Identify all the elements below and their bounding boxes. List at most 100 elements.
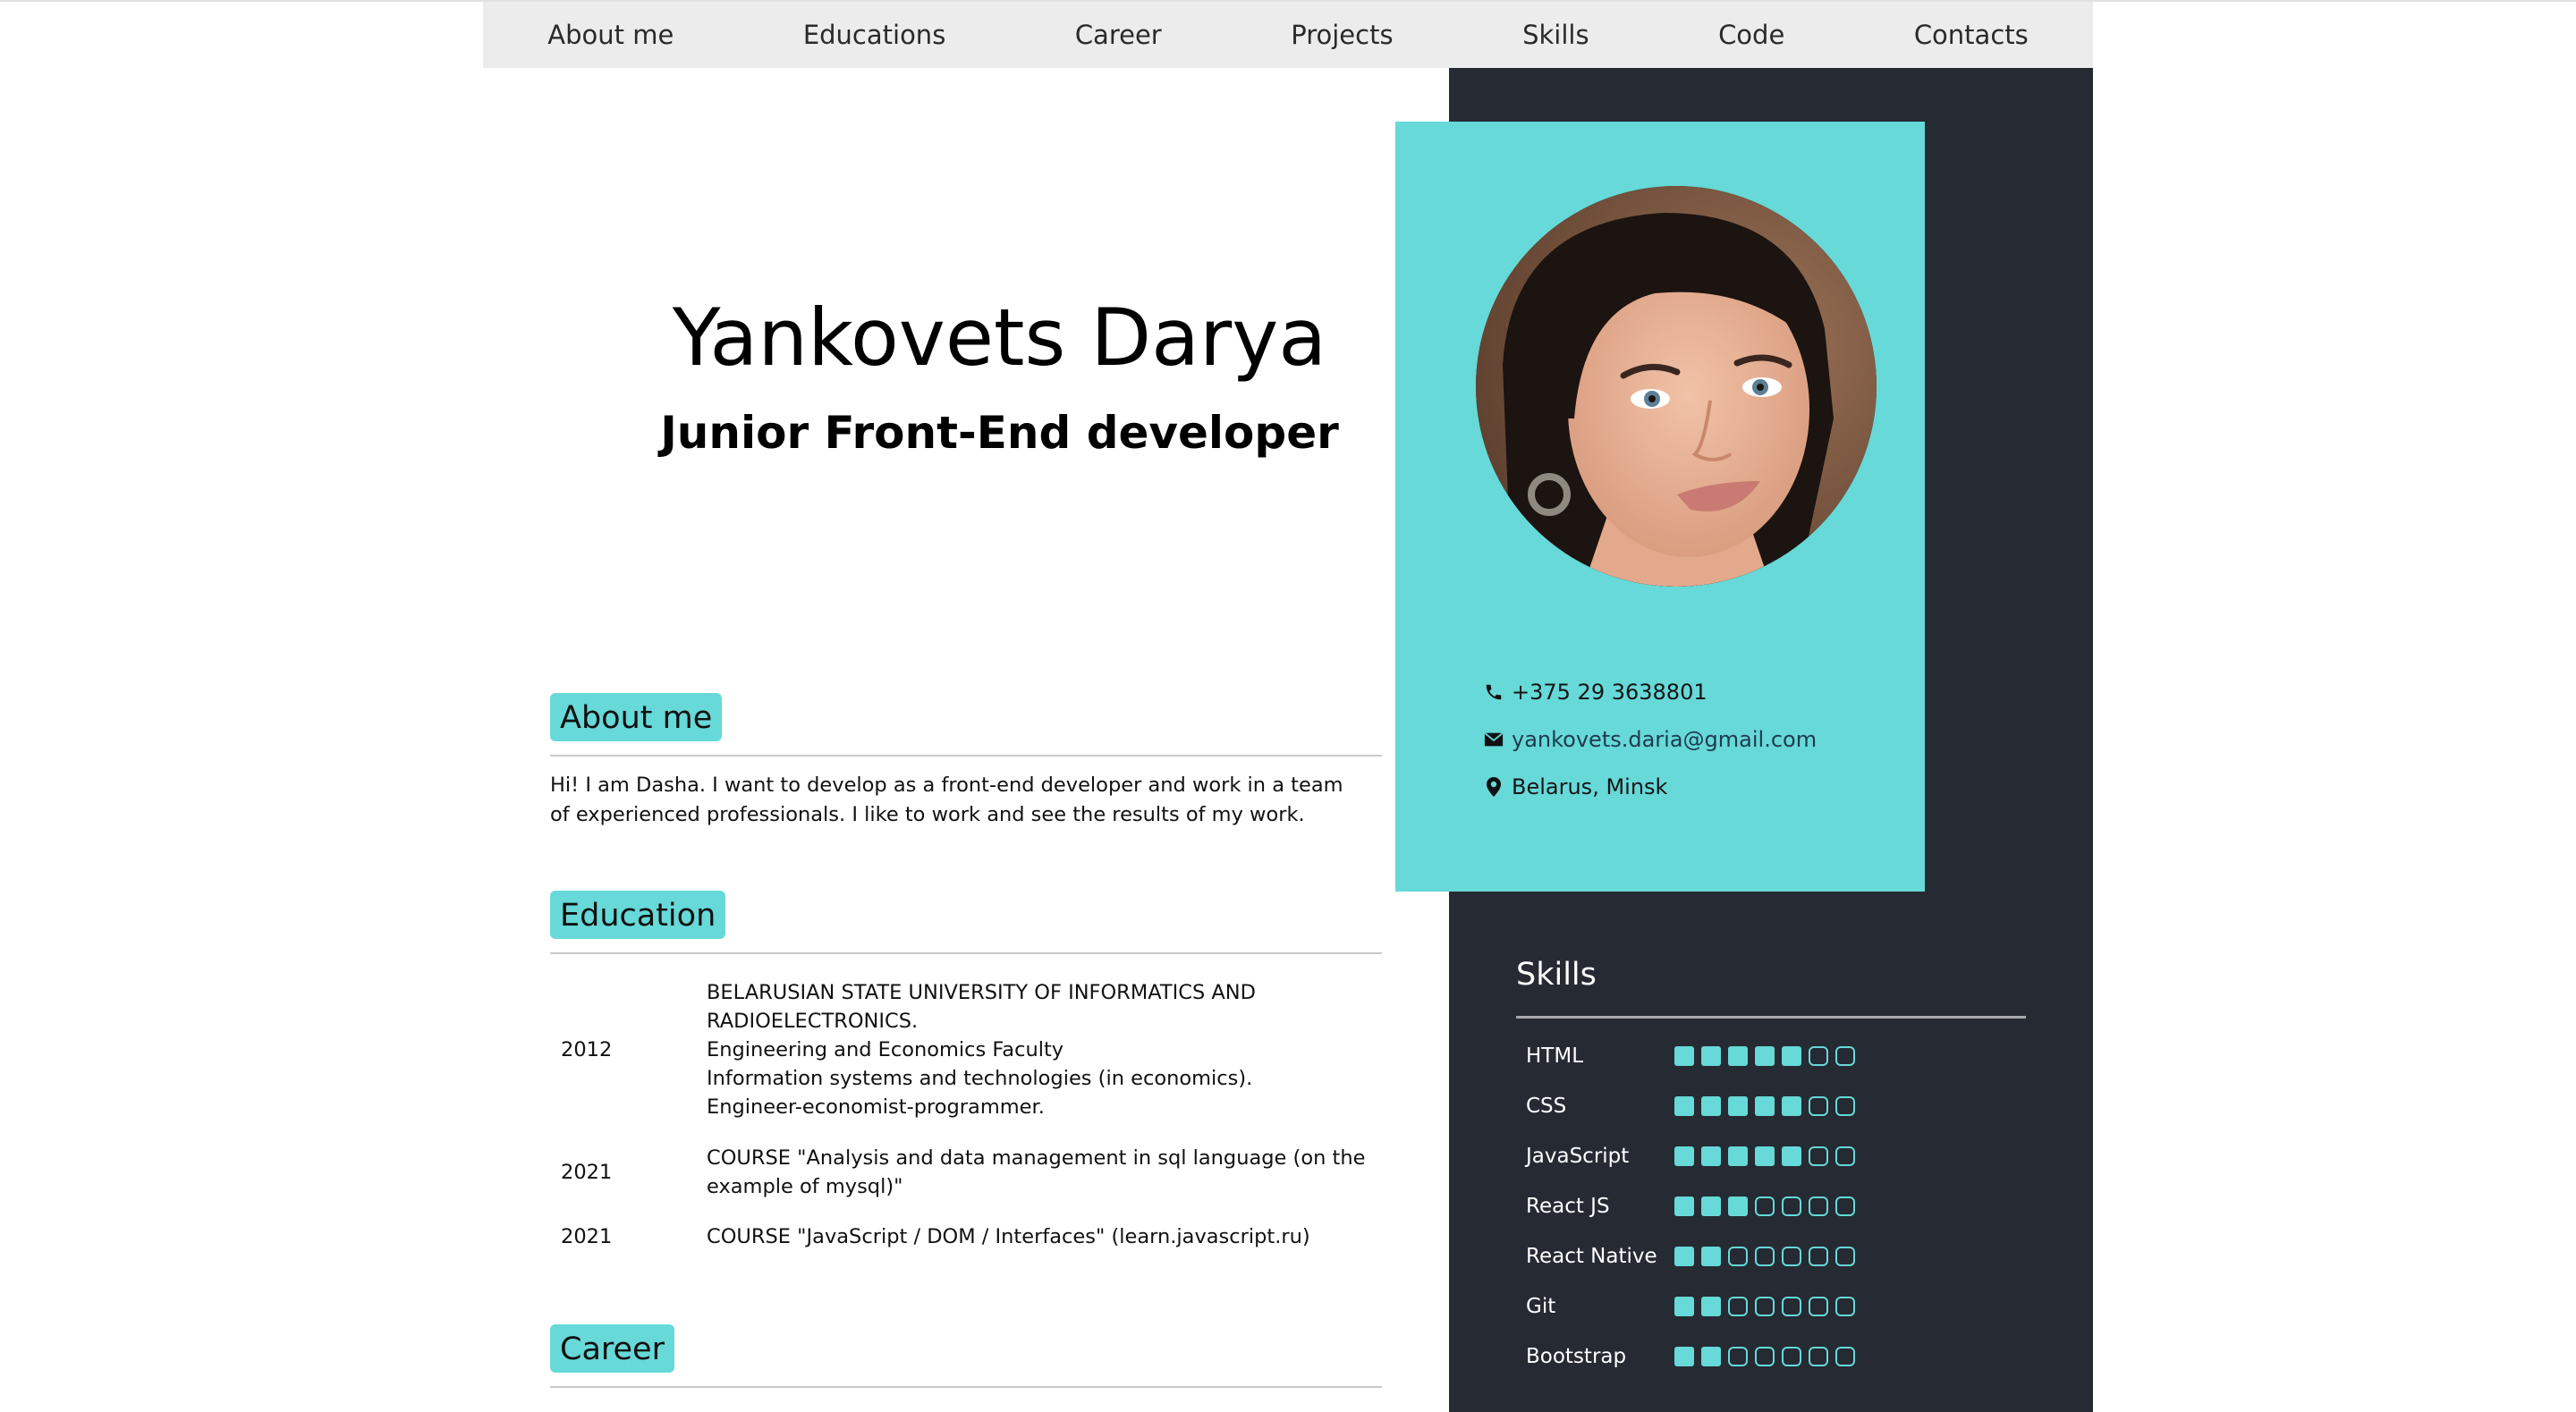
skill-dot-empty xyxy=(1809,1046,1828,1066)
envelope-icon xyxy=(1483,729,1504,750)
education-item: 2012 BELARUSIAN STATE UNIVERSITY OF INFO… xyxy=(550,978,1382,1121)
skill-row: HTML xyxy=(1526,1043,1862,1070)
skill-dot-filled xyxy=(1674,1046,1694,1066)
profile-card: +375 29 3638801 yankovets.daria@gmail.co… xyxy=(1395,122,1925,892)
about-divider xyxy=(550,755,1382,757)
skill-dot-filled xyxy=(1674,1297,1694,1316)
email-link[interactable]: yankovets.daria@gmail.com xyxy=(1512,727,1817,752)
contact-phone: +375 29 3638801 xyxy=(1483,668,1903,715)
nav-item-educations[interactable]: Educations xyxy=(785,20,964,50)
skill-dot-filled xyxy=(1701,1297,1721,1316)
avatar xyxy=(1476,186,1877,587)
contact-location: Belarus, Minsk xyxy=(1483,763,1903,810)
skill-dot-empty xyxy=(1782,1247,1801,1266)
skill-dot-empty xyxy=(1728,1247,1748,1266)
skill-name: Bootstrap xyxy=(1526,1345,1627,1368)
skill-dot-empty xyxy=(1835,1196,1855,1216)
skill-dot-filled xyxy=(1728,1096,1748,1116)
skill-name: HTML xyxy=(1526,1044,1584,1068)
skill-dot-filled xyxy=(1674,1196,1694,1216)
nav-item-projects[interactable]: Projects xyxy=(1273,20,1411,50)
skill-level-indicator xyxy=(1674,1096,1862,1116)
skill-dot-empty xyxy=(1755,1247,1775,1266)
skill-dot-filled xyxy=(1782,1096,1801,1116)
skill-dot-filled xyxy=(1782,1046,1801,1066)
skill-row: JavaScript xyxy=(1526,1143,1862,1170)
skill-dot-filled xyxy=(1674,1146,1694,1166)
skill-dot-filled xyxy=(1782,1146,1801,1166)
nav-item-about-me[interactable]: About me xyxy=(530,20,691,50)
education-section-title: Education xyxy=(550,891,726,939)
education-item: 2021 COURSE "Analysis and data managemen… xyxy=(550,1144,1382,1201)
skill-dot-empty xyxy=(1782,1297,1801,1316)
location-text: Belarus, Minsk xyxy=(1512,774,1668,799)
skill-dot-filled xyxy=(1728,1046,1748,1066)
contact-email: yankovets.daria@gmail.com xyxy=(1483,715,1903,763)
skill-level-indicator xyxy=(1674,1297,1862,1316)
nav-item-skills[interactable]: Skills xyxy=(1504,20,1606,50)
skill-dot-empty xyxy=(1809,1297,1828,1316)
skill-row: Bootstrap xyxy=(1526,1343,1862,1370)
skill-dot-empty xyxy=(1809,1347,1828,1366)
skill-dot-filled xyxy=(1701,1347,1721,1366)
skill-dot-empty xyxy=(1782,1347,1801,1366)
resume-page: About me Educations Career Projects Skil… xyxy=(483,0,2093,1412)
skill-dot-empty xyxy=(1809,1247,1828,1266)
phone-icon xyxy=(1483,681,1504,703)
education-year: 2021 xyxy=(561,1225,613,1248)
skill-dot-empty xyxy=(1835,1347,1855,1366)
phone-number[interactable]: +375 29 3638801 xyxy=(1512,680,1707,705)
skill-dot-empty xyxy=(1835,1096,1855,1116)
education-description: BELARUSIAN STATE UNIVERSITY OF INFORMATI… xyxy=(707,978,1382,1121)
skill-name: React Native xyxy=(1526,1245,1657,1268)
education-divider xyxy=(550,952,1382,954)
education-description: COURSE "Analysis and data management in … xyxy=(707,1144,1382,1201)
career-section-title: Career xyxy=(550,1324,674,1373)
education-line: Engineer-economist-programmer. xyxy=(707,1095,1045,1119)
skill-dot-empty xyxy=(1755,1297,1775,1316)
skill-row: React JS xyxy=(1526,1193,1862,1220)
skill-row: Git xyxy=(1526,1293,1862,1320)
skill-row: React Native xyxy=(1526,1243,1862,1270)
skill-dot-empty xyxy=(1835,1046,1855,1066)
skill-dot-empty xyxy=(1782,1196,1801,1216)
skill-dot-empty xyxy=(1809,1096,1828,1116)
skill-dot-filled xyxy=(1755,1046,1775,1066)
nav-item-career[interactable]: Career xyxy=(1057,20,1180,50)
education-line: Engineering and Economics Faculty xyxy=(707,1038,1064,1061)
skill-level-indicator xyxy=(1674,1347,1862,1366)
skill-dot-filled xyxy=(1674,1247,1694,1266)
nav-item-code[interactable]: Code xyxy=(1700,20,1802,50)
nav-item-contacts[interactable]: Contacts xyxy=(1896,20,2046,50)
skill-name: Git xyxy=(1526,1295,1556,1318)
skill-dot-empty xyxy=(1728,1347,1748,1366)
education-line: COURSE "JavaScript / DOM / Interfaces" (… xyxy=(707,1225,1310,1248)
top-navigation: About me Educations Career Projects Skil… xyxy=(483,2,2093,68)
career-divider xyxy=(550,1386,1382,1388)
skill-dot-filled xyxy=(1674,1347,1694,1366)
skill-dot-filled xyxy=(1674,1096,1694,1116)
skill-level-indicator xyxy=(1674,1196,1862,1216)
skill-dot-filled xyxy=(1701,1146,1721,1166)
skill-level-indicator xyxy=(1674,1247,1862,1266)
skill-dot-filled xyxy=(1755,1146,1775,1166)
skill-dot-filled xyxy=(1728,1146,1748,1166)
skill-dot-filled xyxy=(1755,1096,1775,1116)
education-year: 2012 xyxy=(561,1038,613,1061)
skill-dot-filled xyxy=(1701,1247,1721,1266)
job-title: Junior Front-End developer xyxy=(660,407,1339,459)
skill-dot-filled xyxy=(1701,1196,1721,1216)
skill-dot-empty xyxy=(1835,1247,1855,1266)
skill-row: CSS xyxy=(1526,1093,1862,1120)
skill-dot-empty xyxy=(1755,1196,1775,1216)
about-text: Hi! I am Dasha. I want to develop as a f… xyxy=(550,774,1343,826)
education-line: RADIOELECTRONICS. xyxy=(707,1010,919,1033)
skill-dot-empty xyxy=(1755,1347,1775,1366)
location-pin-icon xyxy=(1483,776,1504,798)
education-line: Information systems and technologies (in… xyxy=(707,1067,1253,1090)
skill-dot-filled xyxy=(1701,1046,1721,1066)
education-year: 2021 xyxy=(561,1161,613,1184)
education-line: example of mysql)" xyxy=(707,1175,903,1198)
page-title: Yankovets Darya xyxy=(672,292,1327,384)
skills-section-title: Skills xyxy=(1516,957,1597,993)
